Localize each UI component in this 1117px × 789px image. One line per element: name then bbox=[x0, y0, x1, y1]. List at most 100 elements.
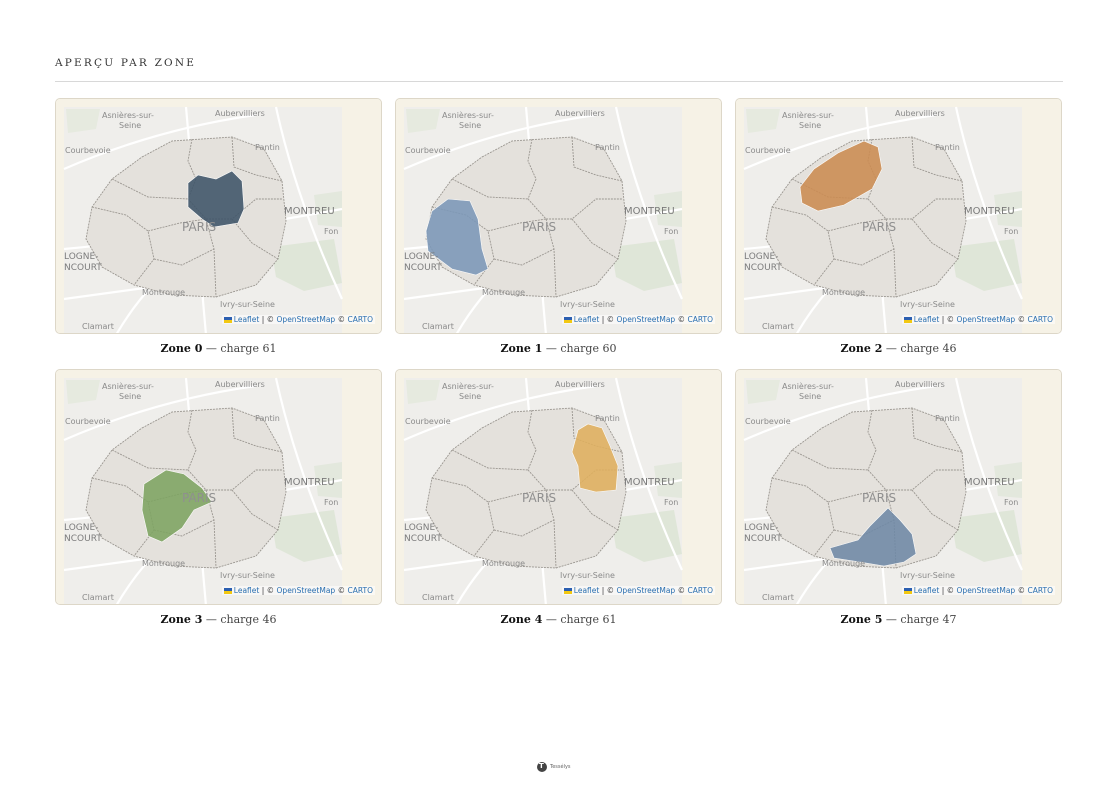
label-pantin: Pantin bbox=[935, 143, 960, 152]
label-courbevoie: Courbevoie bbox=[405, 417, 451, 426]
leaflet-link[interactable]: Leaflet bbox=[234, 586, 260, 595]
zone-map[interactable]: Asnières-sur- Seine Aubervilliers Courbe… bbox=[396, 99, 722, 334]
label-aubervilliers: Aubervilliers bbox=[215, 380, 265, 389]
label-clamart: Clamart bbox=[422, 593, 454, 602]
leaflet-link[interactable]: Leaflet bbox=[574, 586, 600, 595]
label-clamart: Clamart bbox=[762, 593, 794, 602]
label-ivry: Ivry-sur-Seine bbox=[900, 571, 955, 580]
zone-separator: — bbox=[205, 342, 217, 355]
zone-1-map-card[interactable]: Asnières-sur- Seine Aubervilliers Courbe… bbox=[395, 98, 722, 334]
label-montrouge: Montrouge bbox=[482, 288, 525, 297]
carto-link[interactable]: CARTO bbox=[687, 315, 713, 324]
label-courbevoie: Courbevoie bbox=[405, 146, 451, 155]
label-asnieres-2: Seine bbox=[119, 392, 141, 401]
zone-3-map-card[interactable]: Asnières-sur- Seine Aubervilliers Courbe… bbox=[55, 369, 382, 605]
map-attribution: Leaflet | © OpenStreetMap © CARTO bbox=[561, 586, 715, 595]
label-montreuil: MONTREU bbox=[964, 477, 1015, 488]
zone-caption: Zone 1 — charge 60 bbox=[395, 342, 722, 355]
label-paris: PARIS bbox=[862, 220, 896, 234]
zone-label: Zone 2 bbox=[840, 342, 883, 355]
label-asnieres-2: Seine bbox=[799, 121, 821, 130]
attribution-separator: | © bbox=[261, 586, 275, 595]
openstreetmap-link[interactable]: OpenStreetMap bbox=[617, 586, 676, 595]
attribution-separator: | © bbox=[941, 586, 955, 595]
attribution-copyright: © bbox=[337, 586, 346, 595]
label-boulogne-2: NCOURT bbox=[404, 263, 442, 273]
zone-map[interactable]: Asnières-sur- Seine Aubervilliers Courbe… bbox=[56, 99, 382, 334]
zone-charge: charge 46 bbox=[220, 613, 277, 626]
brand-logo-icon bbox=[537, 762, 547, 772]
label-boulogne-1: LOGNE- bbox=[64, 252, 98, 262]
label-fon: Fon bbox=[1004, 498, 1018, 507]
zone-separator: — bbox=[545, 613, 557, 626]
label-ivry: Ivry-sur-Seine bbox=[560, 571, 615, 580]
label-montreuil: MONTREU bbox=[964, 206, 1015, 217]
label-pantin: Pantin bbox=[595, 414, 620, 423]
openstreetmap-link[interactable]: OpenStreetMap bbox=[277, 315, 336, 324]
label-boulogne-1: LOGNE- bbox=[744, 523, 778, 533]
openstreetmap-link[interactable]: OpenStreetMap bbox=[277, 586, 336, 595]
label-asnieres-2: Seine bbox=[799, 392, 821, 401]
label-ivry: Ivry-sur-Seine bbox=[220, 300, 275, 309]
zone-4-map-card[interactable]: Asnières-sur- Seine Aubervilliers Courbe… bbox=[395, 369, 722, 605]
label-asnieres-2: Seine bbox=[459, 121, 481, 130]
zone-map[interactable]: Asnières-sur- Seine Aubervilliers Courbe… bbox=[736, 370, 1062, 605]
zone-map[interactable]: Asnières-sur- Seine Aubervilliers Courbe… bbox=[396, 370, 722, 605]
label-asnieres-2: Seine bbox=[459, 392, 481, 401]
zone-map[interactable]: Asnières-sur- Seine Aubervilliers Courbe… bbox=[736, 99, 1062, 334]
openstreetmap-link[interactable]: OpenStreetMap bbox=[617, 315, 676, 324]
carto-link[interactable]: CARTO bbox=[1027, 315, 1053, 324]
carto-link[interactable]: CARTO bbox=[687, 586, 713, 595]
label-montreuil: MONTREU bbox=[284, 477, 335, 488]
label-paris: PARIS bbox=[182, 491, 216, 505]
label-paris: PARIS bbox=[522, 491, 556, 505]
leaflet-link[interactable]: Leaflet bbox=[914, 315, 940, 324]
zone-label: Zone 4 bbox=[500, 613, 543, 626]
leaflet-link[interactable]: Leaflet bbox=[234, 315, 260, 324]
leaflet-link[interactable]: Leaflet bbox=[574, 315, 600, 324]
ukraine-flag-icon bbox=[223, 316, 232, 323]
openstreetmap-link[interactable]: OpenStreetMap bbox=[957, 586, 1016, 595]
leaflet-link[interactable]: Leaflet bbox=[914, 586, 940, 595]
carto-link[interactable]: CARTO bbox=[1027, 586, 1053, 595]
label-fon: Fon bbox=[664, 498, 678, 507]
zone-charge: charge 61 bbox=[220, 342, 277, 355]
label-boulogne-1: LOGNE- bbox=[404, 523, 438, 533]
label-boulogne-1: LOGNE- bbox=[744, 252, 778, 262]
attribution-copyright: © bbox=[1017, 586, 1026, 595]
label-boulogne-2: NCOURT bbox=[64, 263, 102, 273]
ukraine-flag-icon bbox=[223, 587, 232, 594]
ukraine-flag-icon bbox=[903, 587, 912, 594]
map-attribution: Leaflet | © OpenStreetMap © CARTO bbox=[561, 315, 715, 324]
label-clamart: Clamart bbox=[762, 322, 794, 331]
zone-2-map-card[interactable]: Asnières-sur- Seine Aubervilliers Courbe… bbox=[735, 98, 1062, 334]
label-paris: PARIS bbox=[862, 491, 896, 505]
map-attribution: Leaflet | © OpenStreetMap © CARTO bbox=[901, 315, 1055, 324]
label-pantin: Pantin bbox=[255, 414, 280, 423]
zone-charge: charge 47 bbox=[900, 613, 957, 626]
map-attribution: Leaflet | © OpenStreetMap © CARTO bbox=[221, 586, 375, 595]
attribution-copyright: © bbox=[677, 315, 686, 324]
zone-caption: Zone 4 — charge 61 bbox=[395, 613, 722, 626]
label-clamart: Clamart bbox=[422, 322, 454, 331]
ukraine-flag-icon bbox=[563, 587, 572, 594]
label-montrouge: Montrouge bbox=[822, 288, 865, 297]
label-aubervilliers: Aubervilliers bbox=[895, 380, 945, 389]
zone-0-map-card[interactable]: Asnières-sur- Seine Aubervilliers Courbe… bbox=[55, 98, 382, 334]
zone-5-map-card[interactable]: Asnières-sur- Seine Aubervilliers Courbe… bbox=[735, 369, 1062, 605]
label-montrouge: Montrouge bbox=[822, 559, 865, 568]
carto-link[interactable]: CARTO bbox=[347, 586, 373, 595]
attribution-separator: | © bbox=[261, 315, 275, 324]
attribution-separator: | © bbox=[601, 315, 615, 324]
carto-link[interactable]: CARTO bbox=[347, 315, 373, 324]
label-fon: Fon bbox=[324, 227, 338, 236]
openstreetmap-link[interactable]: OpenStreetMap bbox=[957, 315, 1016, 324]
label-asnieres-1: Asnières-sur- bbox=[782, 381, 834, 391]
label-asnieres-1: Asnières-sur- bbox=[102, 381, 154, 391]
zone-map[interactable]: Asnières-sur- Seine Aubervilliers Courbe… bbox=[56, 370, 382, 605]
label-ivry: Ivry-sur-Seine bbox=[560, 300, 615, 309]
zone-caption: Zone 2 — charge 46 bbox=[735, 342, 1062, 355]
attribution-separator: | © bbox=[941, 315, 955, 324]
map-attribution: Leaflet | © OpenStreetMap © CARTO bbox=[221, 315, 375, 324]
zone-separator: — bbox=[885, 342, 897, 355]
